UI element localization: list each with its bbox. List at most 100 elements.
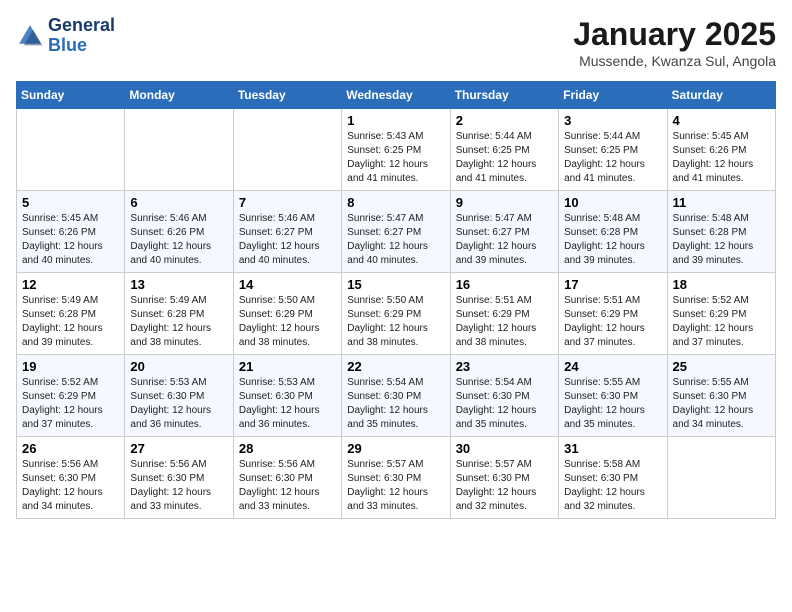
- day-info: Sunrise: 5:44 AMSunset: 6:25 PMDaylight:…: [564, 130, 661, 186]
- calendar-cell: 31Sunrise: 5:58 AMSunset: 6:30 PMDayligh…: [559, 437, 667, 519]
- day-info: Sunrise: 5:53 AMSunset: 6:30 PMDaylight:…: [130, 376, 227, 432]
- location: Mussende, Kwanza Sul, Angola: [573, 53, 776, 69]
- day-number: 6: [130, 195, 227, 210]
- calendar-cell: 24Sunrise: 5:55 AMSunset: 6:30 PMDayligh…: [559, 355, 667, 437]
- calendar-cell: 16Sunrise: 5:51 AMSunset: 6:29 PMDayligh…: [450, 273, 558, 355]
- weekday-header-sunday: Sunday: [17, 82, 125, 109]
- month-title: January 2025: [573, 16, 776, 53]
- day-number: 24: [564, 359, 661, 374]
- calendar-cell: 19 Sunrise: 5:52 AMSunset: 6:29 PMDayligh…: [17, 355, 125, 437]
- day-number: 18: [673, 277, 770, 292]
- day-number: 30: [456, 441, 553, 456]
- calendar-cell: 23 Sunrise: 5:54 AMSunset: 6:30 PMDayligh…: [450, 355, 558, 437]
- day-number: 11: [673, 195, 770, 210]
- weekday-header-wednesday: Wednesday: [342, 82, 450, 109]
- day-number: 19: [22, 359, 119, 374]
- calendar-cell: 1Sunrise: 5:43 AMSunset: 6:25 PMDaylight…: [342, 109, 450, 191]
- logo-general: General: [48, 16, 115, 36]
- day-number: 7: [239, 195, 336, 210]
- day-info: Sunrise: 5:50 AMSunset: 6:29 PMDaylight:…: [347, 294, 444, 350]
- day-number: 22: [347, 359, 444, 374]
- day-number: 13: [130, 277, 227, 292]
- calendar-cell: 13Sunrise: 5:49 AMSunset: 6:28 PMDayligh…: [125, 273, 233, 355]
- day-number: 28: [239, 441, 336, 456]
- calendar-cell: 4Sunrise: 5:45 AMSunset: 6:26 PMDaylight…: [667, 109, 775, 191]
- day-number: 31: [564, 441, 661, 456]
- day-info: Sunrise: 5:44 AMSunset: 6:25 PMDaylight:…: [456, 130, 553, 186]
- calendar-week-2: 5Sunrise: 5:45 AMSunset: 6:26 PMDaylight…: [17, 191, 776, 273]
- day-info: Sunrise: 5:56 AMSunset: 6:30 PMDaylight:…: [130, 458, 227, 514]
- calendar-cell: 18 Sunrise: 5:52 AMSunset: 6:29 PMDayligh…: [667, 273, 775, 355]
- calendar-cell: 30 Sunrise: 5:57 AMSunset: 6:30 PMDayligh…: [450, 437, 558, 519]
- calendar-cell: 3 Sunrise: 5:44 AMSunset: 6:25 PMDaylight…: [559, 109, 667, 191]
- day-info: Sunrise: 5:48 AMSunset: 6:28 PMDaylight:…: [564, 212, 661, 268]
- day-info: Sunrise: 5:54 AMSunset: 6:30 PMDaylight:…: [347, 376, 444, 432]
- day-info: Sunrise: 5:57 AMSunset: 6:30 PMDaylight:…: [347, 458, 444, 514]
- logo-blue: Blue: [48, 35, 87, 55]
- logo: General Blue: [16, 16, 115, 56]
- calendar-cell: 27Sunrise: 5:56 AMSunset: 6:30 PMDayligh…: [125, 437, 233, 519]
- day-info: Sunrise: 5:57 AMSunset: 6:30 PMDaylight:…: [456, 458, 553, 514]
- weekday-header-monday: Monday: [125, 82, 233, 109]
- calendar-cell: 5Sunrise: 5:45 AMSunset: 6:26 PMDaylight…: [17, 191, 125, 273]
- day-info: Sunrise: 5:47 AMSunset: 6:27 PMDaylight:…: [456, 212, 553, 268]
- calendar-cell: 17 Sunrise: 5:51 AMSunset: 6:29 PMDayligh…: [559, 273, 667, 355]
- calendar-cell: [17, 109, 125, 191]
- calendar-cell: 6 Sunrise: 5:46 AMSunset: 6:26 PMDaylight…: [125, 191, 233, 273]
- weekday-header-thursday: Thursday: [450, 82, 558, 109]
- day-info: Sunrise: 5:46 AMSunset: 6:27 PMDaylight:…: [239, 212, 336, 268]
- day-number: 23: [456, 359, 553, 374]
- day-info: Sunrise: 5:52 AMSunset: 6:29 PMDaylight:…: [673, 294, 770, 350]
- calendar-cell: 12 Sunrise: 5:49 AMSunset: 6:28 PMDayligh…: [17, 273, 125, 355]
- calendar-cell: 26 Sunrise: 5:56 AMSunset: 6:30 PMDayligh…: [17, 437, 125, 519]
- day-info: Sunrise: 5:43 AMSunset: 6:25 PMDaylight:…: [347, 130, 444, 186]
- calendar-cell: 14 Sunrise: 5:50 AMSunset: 6:29 PMDayligh…: [233, 273, 341, 355]
- day-info: Sunrise: 5:55 AMSunset: 6:30 PMDaylight:…: [673, 376, 770, 432]
- title-block: January 2025 Mussende, Kwanza Sul, Angol…: [573, 16, 776, 69]
- day-number: 20: [130, 359, 227, 374]
- page-header: General Blue January 2025 Mussende, Kwan…: [16, 16, 776, 69]
- day-info: Sunrise: 5:45 AMSunset: 6:26 PMDaylight:…: [673, 130, 770, 186]
- day-number: 26: [22, 441, 119, 456]
- calendar-cell: 15 Sunrise: 5:50 AMSunset: 6:29 PMDayligh…: [342, 273, 450, 355]
- calendar-cell: 8 Sunrise: 5:47 AMSunset: 6:27 PMDaylight…: [342, 191, 450, 273]
- calendar-cell: 11 Sunrise: 5:48 AMSunset: 6:28 PMDayligh…: [667, 191, 775, 273]
- calendar-week-3: 12 Sunrise: 5:49 AMSunset: 6:28 PMDayligh…: [17, 273, 776, 355]
- day-number: 14: [239, 277, 336, 292]
- calendar-table: SundayMondayTuesdayWednesdayThursdayFrid…: [16, 81, 776, 519]
- day-number: 29: [347, 441, 444, 456]
- day-info: Sunrise: 5:56 AMSunset: 6:30 PMDaylight:…: [239, 458, 336, 514]
- day-number: 2: [456, 113, 553, 128]
- day-info: Sunrise: 5:50 AMSunset: 6:29 PMDaylight:…: [239, 294, 336, 350]
- logo-icon: [16, 22, 44, 50]
- calendar-week-5: 26 Sunrise: 5:56 AMSunset: 6:30 PMDayligh…: [17, 437, 776, 519]
- day-info: Sunrise: 5:48 AMSunset: 6:28 PMDaylight:…: [673, 212, 770, 268]
- day-number: 12: [22, 277, 119, 292]
- calendar-cell: 21 Sunrise: 5:53 AMSunset: 6:30 PMDayligh…: [233, 355, 341, 437]
- calendar-cell: 9 Sunrise: 5:47 AMSunset: 6:27 PMDaylight…: [450, 191, 558, 273]
- day-info: Sunrise: 5:51 AMSunset: 6:29 PMDaylight:…: [564, 294, 661, 350]
- day-number: 10: [564, 195, 661, 210]
- day-info: Sunrise: 5:56 AMSunset: 6:30 PMDaylight:…: [22, 458, 119, 514]
- day-info: Sunrise: 5:54 AMSunset: 6:30 PMDaylight:…: [456, 376, 553, 432]
- day-info: Sunrise: 5:46 AMSunset: 6:26 PMDaylight:…: [130, 212, 227, 268]
- calendar-cell: [667, 437, 775, 519]
- day-info: Sunrise: 5:52 AMSunset: 6:29 PMDaylight:…: [22, 376, 119, 432]
- calendar-cell: [125, 109, 233, 191]
- weekday-header-tuesday: Tuesday: [233, 82, 341, 109]
- day-info: Sunrise: 5:47 AMSunset: 6:27 PMDaylight:…: [347, 212, 444, 268]
- weekday-header-saturday: Saturday: [667, 82, 775, 109]
- day-number: 8: [347, 195, 444, 210]
- day-number: 25: [673, 359, 770, 374]
- calendar-cell: 28 Sunrise: 5:56 AMSunset: 6:30 PMDayligh…: [233, 437, 341, 519]
- day-number: 21: [239, 359, 336, 374]
- day-info: Sunrise: 5:53 AMSunset: 6:30 PMDaylight:…: [239, 376, 336, 432]
- calendar-cell: 10 Sunrise: 5:48 AMSunset: 6:28 PMDayligh…: [559, 191, 667, 273]
- day-number: 17: [564, 277, 661, 292]
- day-number: 9: [456, 195, 553, 210]
- day-info: Sunrise: 5:45 AMSunset: 6:26 PMDaylight:…: [22, 212, 119, 268]
- day-info: Sunrise: 5:49 AMSunset: 6:28 PMDaylight:…: [22, 294, 119, 350]
- day-number: 3: [564, 113, 661, 128]
- day-number: 15: [347, 277, 444, 292]
- weekday-header-row: SundayMondayTuesdayWednesdayThursdayFrid…: [17, 82, 776, 109]
